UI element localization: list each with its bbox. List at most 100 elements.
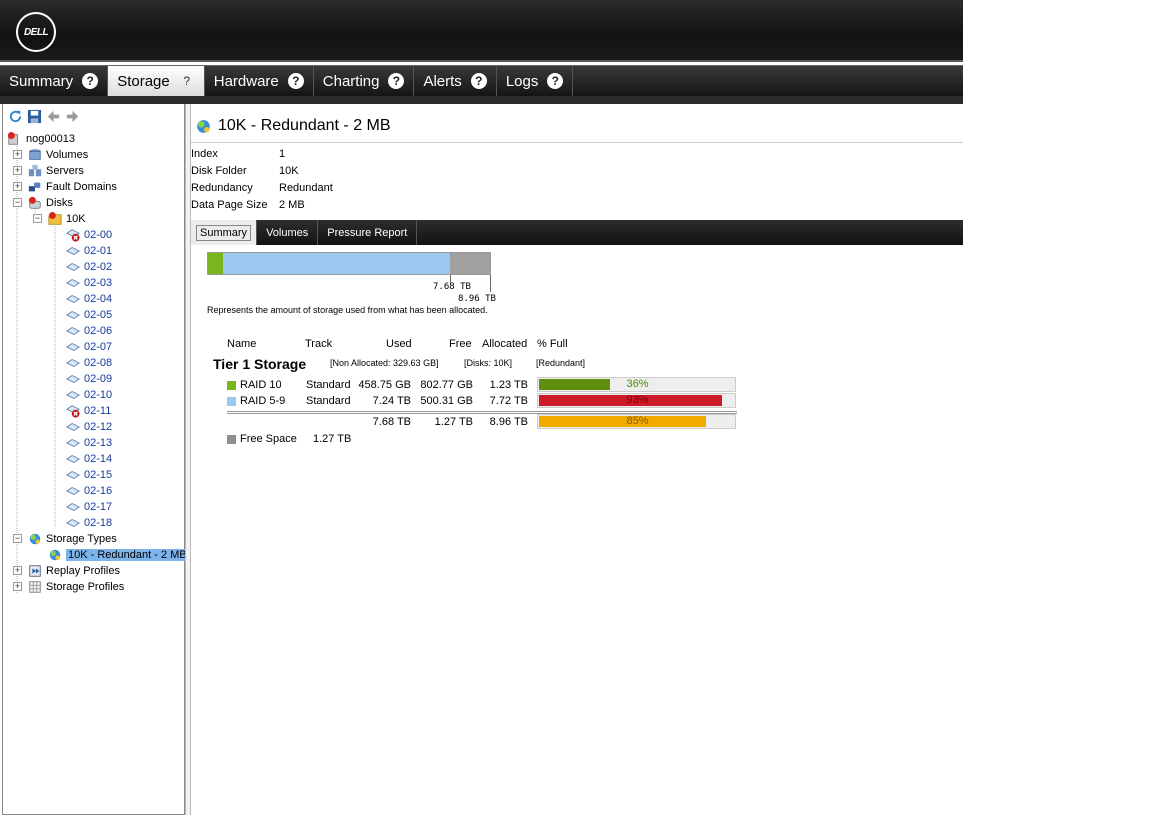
tree-disk-folder[interactable]: − 10K <box>3 211 184 227</box>
disk-icon <box>65 484 81 498</box>
save-icon[interactable] <box>26 108 42 124</box>
tree-node-label: 02-07 <box>84 341 113 353</box>
tree-storage-type-item[interactable]: 10K - Redundant - 2 MB <box>3 547 189 563</box>
tab-charting[interactable]: Charting? <box>314 66 415 96</box>
disk-error-icon <box>65 404 81 418</box>
tree-disk-item[interactable]: 02-04 <box>3 291 184 307</box>
header-bar: DELL <box>0 0 963 62</box>
tree-volumes[interactable]: + Volumes <box>3 147 184 163</box>
tree-storage-profiles[interactable]: + Storage Profiles <box>3 579 184 595</box>
tree-node-label: 02-11 <box>84 405 112 417</box>
tree-root-system[interactable]: nog00013 <box>3 131 184 147</box>
free-space-value: 1.27 TB <box>313 433 352 445</box>
subtab-volumes[interactable]: Volumes <box>257 220 319 245</box>
disk-icon <box>65 468 81 482</box>
tab-logs[interactable]: Logs? <box>497 66 574 96</box>
raid-used: 7.24 TB <box>372 395 411 407</box>
tree-disk-item[interactable]: 02-18 <box>3 515 184 531</box>
expand-icon[interactable]: + <box>13 582 22 591</box>
tab-hardware[interactable]: Hardware? <box>205 66 314 96</box>
allocated-tick-label: 8.96 TB <box>458 294 496 304</box>
tree-node-label: 02-08 <box>84 357 113 369</box>
collapse-icon[interactable]: − <box>13 198 22 207</box>
tree-node-label: 10K <box>66 213 86 225</box>
tab-storage[interactable]: Storage? <box>108 66 205 96</box>
help-icon[interactable]: ? <box>82 73 99 89</box>
tree-disks[interactable]: − Disks <box>3 195 184 211</box>
disk-icon <box>65 452 81 466</box>
storage-type-icon <box>197 119 210 133</box>
usage-segment <box>208 253 223 274</box>
tree-node-label: 02-04 <box>84 293 113 305</box>
tree-disk-item[interactable]: 02-07 <box>3 339 184 355</box>
property-row: Index 1 <box>191 148 591 165</box>
tab-alerts[interactable]: Alerts? <box>414 66 497 96</box>
help-icon[interactable]: ? <box>470 73 487 89</box>
tree-toolbar <box>3 104 184 128</box>
expand-icon[interactable]: + <box>13 150 22 159</box>
tree-servers[interactable]: + Servers <box>3 163 184 179</box>
tree-storage-types[interactable]: − Storage Types <box>3 531 184 547</box>
usage-segment <box>223 253 450 274</box>
nav-underline <box>0 96 963 104</box>
tree-disk-item[interactable]: 02-00 <box>3 227 184 243</box>
tree-disk-item[interactable]: 02-16 <box>3 483 184 499</box>
collapse-icon[interactable]: − <box>13 534 22 543</box>
tab-label: Storage <box>117 72 170 90</box>
percent-full-bar: 36% <box>537 377 736 392</box>
back-arrow-icon[interactable] <box>45 108 61 124</box>
tab-summary[interactable]: Summary? <box>0 66 109 96</box>
tree-disk-item[interactable]: 02-13 <box>3 435 184 451</box>
tab-label: Summary <box>9 72 74 90</box>
total-allocated: 8.96 TB <box>489 416 528 428</box>
tier-title: Tier 1 Storage <box>213 356 307 372</box>
tree-disk-item[interactable]: 02-01 <box>3 243 184 259</box>
collapse-icon[interactable]: − <box>33 214 42 223</box>
used-tick-label: 7.68 TB <box>433 282 471 292</box>
refresh-icon[interactable] <box>7 108 23 124</box>
tree-disk-item[interactable]: 02-05 <box>3 307 184 323</box>
raid-allocated: 7.72 TB <box>489 395 528 407</box>
tree-node-label: Storage Types <box>46 533 117 545</box>
forward-arrow-icon[interactable] <box>64 108 80 124</box>
tree-disk-item[interactable]: 02-09 <box>3 371 184 387</box>
tree-node-label: 02-09 <box>84 373 113 385</box>
storage-usage-bar <box>207 252 491 275</box>
tree-disk-item[interactable]: 02-17 <box>3 499 184 515</box>
tree-disk-item[interactable]: 02-15 <box>3 467 184 483</box>
tree-node-label: 02-03 <box>84 277 113 289</box>
dell-logo: DELL <box>16 12 56 52</box>
tree-node-label: 02-02 <box>84 261 113 273</box>
tree-fault-domains[interactable]: + Fault Domains <box>3 179 184 195</box>
tree-disk-item[interactable]: 02-02 <box>3 259 184 275</box>
subtab-summary[interactable]: Summary <box>191 220 258 245</box>
expand-icon[interactable]: + <box>13 566 22 575</box>
tree-disk-item[interactable]: 02-03 <box>3 275 184 291</box>
property-value: 2 MB <box>279 199 305 211</box>
tree-disk-item[interactable]: 02-14 <box>3 451 184 467</box>
tree-disk-item[interactable]: 02-06 <box>3 323 184 339</box>
expand-icon[interactable]: + <box>13 166 22 175</box>
storage-profile-icon <box>27 580 43 594</box>
tree-node-label: 02-15 <box>84 469 113 481</box>
tree-disk-item[interactable]: 02-12 <box>3 419 184 435</box>
tree-disk-item[interactable]: 02-08 <box>3 355 184 371</box>
help-icon[interactable]: ? <box>287 73 304 89</box>
subtab-pressure-report[interactable]: Pressure Report <box>318 220 418 245</box>
help-icon[interactable]: ? <box>179 73 195 89</box>
help-icon[interactable]: ? <box>547 73 564 89</box>
raid-allocated: 1.23 TB <box>489 379 528 391</box>
expand-icon[interactable]: + <box>13 182 22 191</box>
property-key: Disk Folder <box>191 165 247 177</box>
raid-track: Standard <box>306 379 351 391</box>
tree-node-label: 02-10 <box>84 389 113 401</box>
tree-node-label: Storage Profiles <box>46 581 125 593</box>
tree-node-label: Servers <box>46 165 84 177</box>
tree-node-label: 02-12 <box>84 421 113 433</box>
tree-disk-item[interactable]: 02-11 <box>3 403 184 419</box>
tree-disk-item[interactable]: 02-10 <box>3 387 184 403</box>
disk-icon <box>65 276 81 290</box>
tree-replay-profiles[interactable]: + Replay Profiles <box>3 563 184 579</box>
help-icon[interactable]: ? <box>388 73 405 89</box>
color-swatch <box>227 435 236 444</box>
